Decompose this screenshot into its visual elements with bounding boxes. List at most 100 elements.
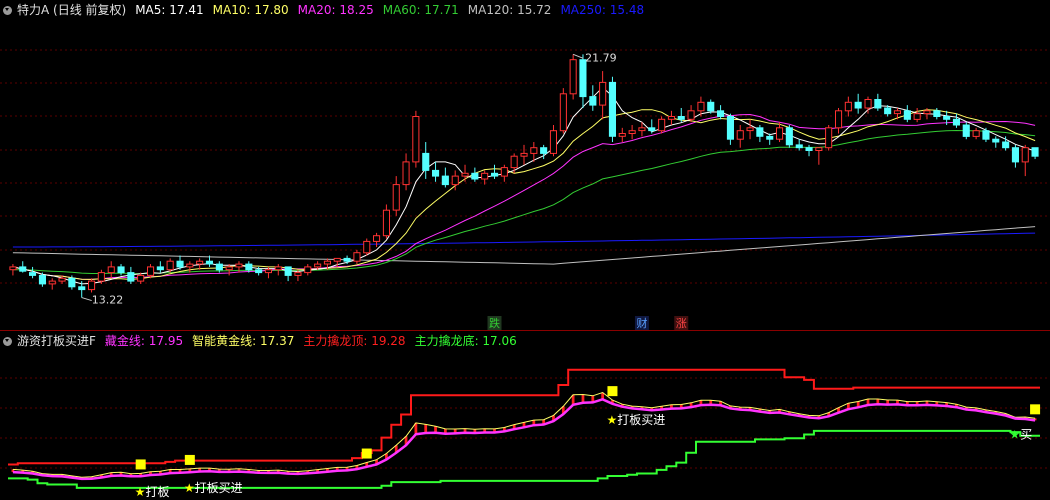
candle-body — [972, 130, 980, 137]
ma10-line — [12, 109, 1036, 280]
buy-signal-label: ★打板买进 — [1039, 0, 1050, 3]
candle-body — [274, 266, 282, 271]
candle-body — [559, 93, 567, 132]
candle-body — [825, 127, 833, 149]
candle-body — [756, 127, 764, 137]
candle-body — [943, 116, 951, 120]
candle-body — [215, 263, 223, 271]
high-pointer — [572, 53, 584, 59]
candle-body — [667, 116, 676, 120]
candle-body — [510, 155, 518, 169]
candle-body — [48, 280, 56, 285]
candle-body — [785, 127, 793, 146]
candle-body — [530, 147, 538, 154]
candle-body — [156, 266, 164, 271]
event-marker: 涨 — [676, 317, 687, 330]
candle-body — [736, 130, 744, 140]
candle-body — [97, 272, 105, 282]
candle-body — [205, 260, 213, 265]
buy-signal-label: ★打板买进 — [184, 481, 243, 495]
candle-body — [893, 110, 902, 115]
candle-body — [471, 172, 479, 180]
candle-body — [402, 161, 410, 186]
candle-body — [196, 260, 204, 265]
indicator-legend: 游资打板买进F 藏金线: 17.95 智能黄金线: 17.37 主力擒龙顶: 1… — [0, 331, 526, 351]
cang-line — [12, 397, 1036, 481]
candle-body — [264, 269, 272, 274]
kline-chart[interactable]: 21.79 13.22 跌 财 涨 ★打板 ★打板买进 ★打板买进 ★买 ★打板买进 — [0, 0, 1050, 500]
buy-signal-label: ★打板买进 — [606, 413, 665, 427]
candle-body — [884, 107, 892, 115]
candle-body — [422, 152, 430, 171]
candle-body — [648, 127, 656, 132]
candle-body — [294, 272, 302, 276]
candle-body — [363, 240, 371, 254]
zhineng-value: 智能黄金线: 17.37 — [192, 334, 295, 348]
candle-body — [255, 269, 263, 274]
candle-body — [766, 135, 774, 140]
candle-body — [235, 263, 243, 268]
candle-body — [29, 272, 37, 276]
candle-body — [491, 172, 499, 177]
candle-body — [992, 138, 1000, 143]
candle-body — [451, 175, 459, 186]
candle-body — [78, 286, 86, 291]
candle-body — [844, 101, 852, 112]
candle-body — [835, 110, 843, 129]
candle-body — [1021, 147, 1029, 163]
chevron-down-icon[interactable] — [3, 5, 12, 15]
candle-body — [599, 81, 607, 106]
candle-body — [933, 110, 941, 118]
high-price-label: 21.79 — [585, 51, 617, 64]
candle-body — [1002, 141, 1010, 149]
candle-body — [540, 147, 548, 154]
buy-signal-label: ★买 — [1009, 428, 1032, 442]
event-marker: 跌 — [489, 316, 500, 330]
ma250-line — [12, 232, 1036, 248]
candle-body — [333, 257, 341, 262]
candle-body — [569, 59, 577, 95]
candle-body — [1011, 147, 1020, 163]
ma20-line — [12, 113, 1036, 280]
ma10-value: MA10: 17.80 — [212, 3, 289, 17]
ma120-line — [12, 226, 1036, 265]
candle-body — [618, 133, 626, 137]
candle-body — [500, 167, 508, 177]
candle-body — [579, 59, 587, 98]
candle-body — [392, 184, 400, 211]
candle-body — [952, 118, 961, 126]
ma250-value: MA250: 15.48 — [560, 3, 645, 17]
main-legend: 特力A (日线 前复权) MA5: 17.41 MA10: 17.80 MA20… — [0, 0, 653, 20]
candle-body — [608, 81, 617, 137]
candle-body — [717, 110, 725, 118]
candle-body — [323, 260, 331, 265]
candle-body — [432, 169, 440, 177]
candle-body — [441, 175, 449, 186]
candle-body — [284, 266, 292, 276]
buy-signal-label: ★打板 — [135, 485, 170, 499]
candle-body — [186, 263, 194, 268]
event-marker: 财 — [636, 316, 647, 330]
candle-body — [589, 96, 597, 106]
candle-body — [88, 280, 96, 291]
candle-body — [854, 101, 862, 109]
candle-body — [874, 99, 882, 109]
candle-body — [805, 147, 813, 151]
candle-body — [127, 272, 135, 282]
yellow-signal-block — [361, 448, 372, 459]
candle-body — [176, 260, 184, 268]
candle-body — [107, 266, 115, 274]
candle-body — [117, 266, 125, 274]
candle-body — [923, 110, 931, 115]
candle-body — [58, 277, 66, 282]
chevron-down-icon[interactable] — [3, 336, 12, 346]
candle-body — [815, 147, 823, 151]
candle-body — [746, 127, 754, 132]
candle-body — [638, 127, 646, 132]
candle-body — [707, 101, 715, 112]
yellow-signal-block — [184, 454, 195, 465]
candle-body — [903, 110, 911, 120]
low-price-label: 13.22 — [92, 294, 124, 307]
candle-body — [687, 110, 695, 120]
candle-body — [19, 266, 27, 272]
